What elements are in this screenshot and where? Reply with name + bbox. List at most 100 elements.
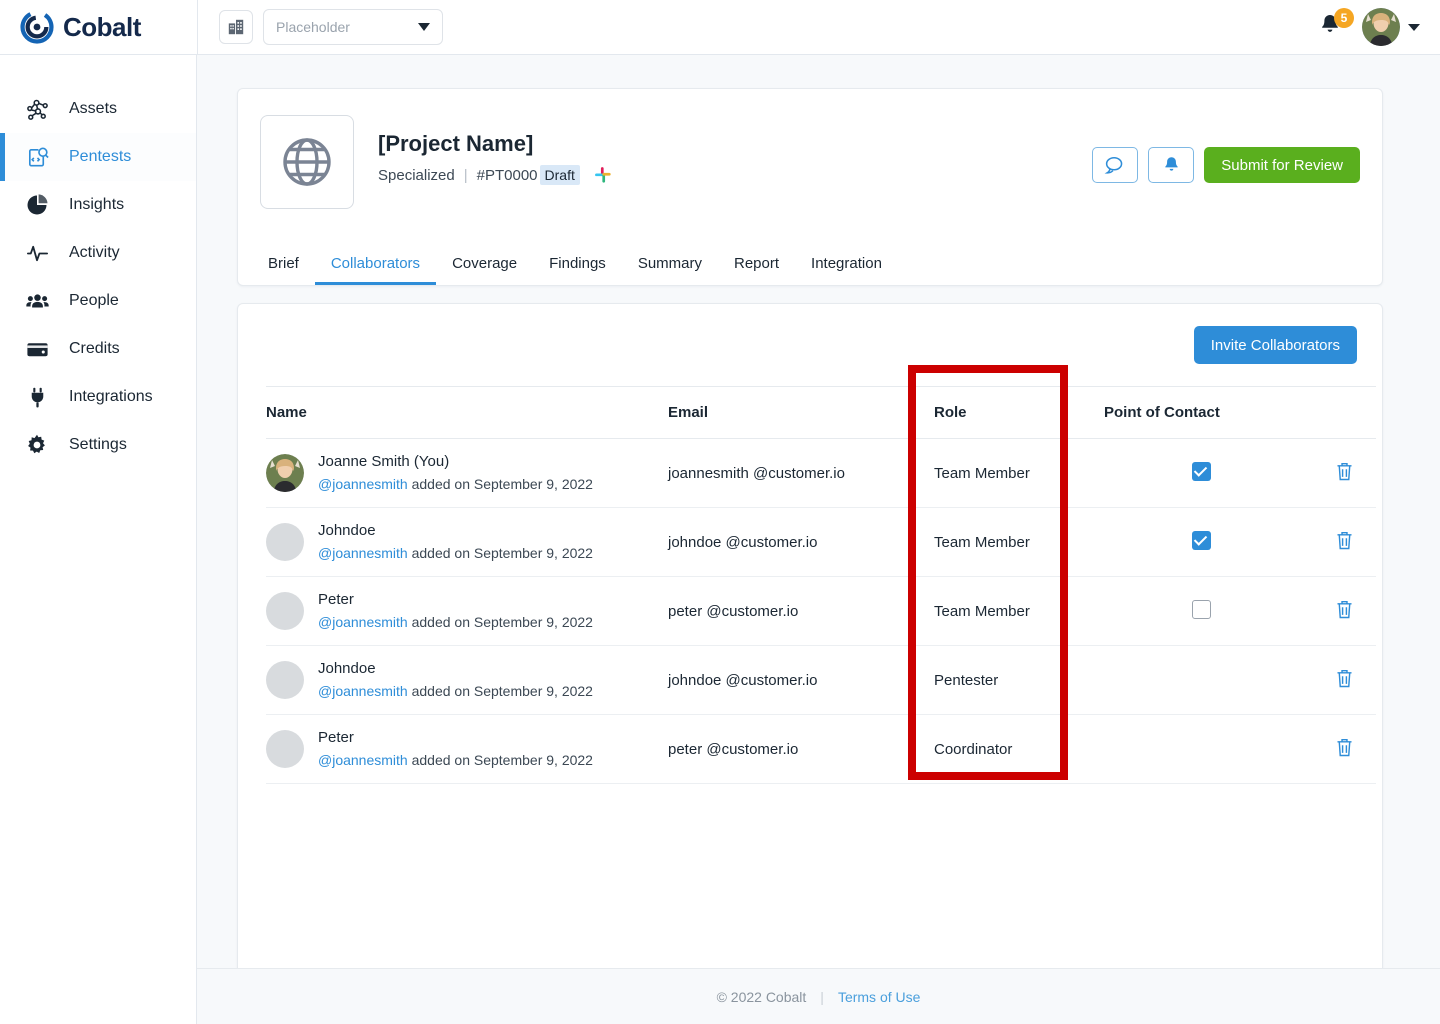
invite-collaborators-button[interactable]: Invite Collaborators [1193,326,1357,364]
collaborator-handle[interactable]: @joannesmith [318,545,408,561]
sidebar-item-label: Assets [69,100,118,117]
column-header-name: Name [266,386,668,439]
status-badge: Draft [539,165,580,185]
avatar [266,523,304,561]
point-of-contact-checkbox[interactable] [1192,530,1211,550]
cell-email: johndoe @customer.io [668,645,934,715]
collaborator-added-info: @joannesmith added on September 9, 2022 [318,474,593,494]
notifications-button[interactable]: 5 [1318,8,1354,42]
table-row[interactable]: Peter @joannesmith added on September 9,… [266,714,1376,784]
top-bar: Cobalt Placeholder 5 [0,0,1440,55]
collaborator-handle[interactable]: @joannesmith [318,476,408,492]
comment-bubble-icon[interactable] [1092,147,1139,183]
cell-name: Peter @joannesmith added on September 9,… [266,714,668,784]
cell-name: Johndoe @joannesmith added on September … [266,507,668,577]
point-of-contact-checkbox[interactable] [1192,461,1211,481]
collaborator-handle[interactable]: @joannesmith [318,683,408,699]
people-group-icon [24,288,50,314]
tab-integration[interactable]: Integration [795,255,898,285]
collaborator-added-date: added on September 9, 2022 [407,476,593,492]
avatar [266,661,304,699]
brand-name: Cobalt [63,11,141,42]
collaborator-name: Joanne Smith (You) [318,453,450,470]
notification-count-badge: 5 [1334,8,1354,28]
table-body: Joanne Smith (You) @joannesmith added on… [266,438,1376,784]
collaborators-table: Name Email Role Point of Contact Joanne … [266,386,1376,784]
sidebar-item-people[interactable]: People [0,277,196,325]
project-bell-icon[interactable] [1148,147,1195,183]
sidebar-item-credits[interactable]: Credits [0,325,196,373]
cell-name: Joanne Smith (You) @joannesmith added on… [266,438,668,508]
slack-icon[interactable] [594,166,612,184]
cell-point-of-contact [1104,438,1312,508]
sidebar-item-label: Activity [69,244,120,261]
cell-actions [1312,438,1376,508]
topbar-divider [197,0,198,55]
page-title: [Project Name] [378,131,534,156]
avatar [266,592,304,630]
org-select[interactable]: Placeholder [263,9,443,45]
sidebar: Assets Pentests Insights Activity People… [0,55,197,1024]
sidebar-item-label: Integrations [69,388,153,405]
cell-actions [1312,714,1376,784]
user-menu[interactable] [1362,8,1420,46]
submit-for-review-button[interactable]: Submit for Review [1204,147,1360,183]
activity-pulse-icon [24,240,50,266]
trash-icon[interactable] [1335,669,1354,693]
sidebar-item-settings[interactable]: Settings [0,421,196,469]
trash-icon[interactable] [1335,738,1354,762]
collaborator-added-info: @joannesmith added on September 9, 2022 [318,750,593,770]
pentests-code-search-icon [24,144,50,170]
sidebar-item-activity[interactable]: Activity [0,229,196,277]
cell-name: Peter @joannesmith added on September 9,… [266,576,668,646]
tab-coverage[interactable]: Coverage [436,255,533,285]
tab-findings[interactable]: Findings [533,255,622,285]
brand-logo[interactable]: Cobalt [0,10,197,44]
sidebar-item-integrations[interactable]: Integrations [0,373,196,421]
cell-actions [1312,645,1376,715]
tab-report[interactable]: Report [718,255,795,285]
integrations-plug-icon [24,384,50,410]
sidebar-item-assets[interactable]: Assets [0,85,196,133]
collaborators-card: Invite Collaborators Name Email Role Poi… [237,303,1383,979]
terms-of-use-link[interactable]: Terms of Use [838,989,920,1005]
table-row[interactable]: Joanne Smith (You) @joannesmith added on… [266,438,1376,508]
tab-brief[interactable]: Brief [260,255,315,285]
point-of-contact-checkbox[interactable] [1192,599,1211,619]
building-icon[interactable] [219,10,253,44]
cobalt-logo-icon [20,10,54,44]
org-select-value: Placeholder [276,19,350,35]
cell-role: Team Member [934,576,1104,646]
sidebar-item-pentests[interactable]: Pentests [0,133,196,181]
table-row[interactable]: Johndoe @joannesmith added on September … [266,507,1376,577]
table-row[interactable]: Johndoe @joannesmith added on September … [266,645,1376,715]
tab-summary[interactable]: Summary [622,255,718,285]
column-header-actions [1312,386,1376,439]
globe-icon [260,115,354,209]
trash-icon[interactable] [1335,600,1354,624]
sidebar-item-label: Pentests [69,148,132,165]
subtitle-separator: | [463,166,468,184]
table-row[interactable]: Peter @joannesmith added on September 9,… [266,576,1376,646]
collaborator-handle[interactable]: @joannesmith [318,752,408,768]
sidebar-item-insights[interactable]: Insights [0,181,196,229]
column-header-point-of-contact: Point of Contact [1104,386,1312,439]
main-content: [Project Name] Specialized | #PT0000 Dra… [197,55,1440,1024]
collaborator-added-info: @joannesmith added on September 9, 2022 [318,543,593,563]
tab-collaborators[interactable]: Collaborators [314,255,437,285]
cell-email: peter @customer.io [668,576,934,646]
project-subtitle: Specialized | #PT0000 Draft [378,165,612,185]
project-tabs: Brief Collaborators Coverage Findings Su… [260,255,898,285]
collaborator-handle[interactable]: @joannesmith [318,614,408,630]
insights-piechart-icon [24,192,50,218]
cell-role: Team Member [934,438,1104,508]
app-root: Cobalt Placeholder 5 Assets Pentests Ins… [0,0,1440,1024]
trash-icon[interactable] [1335,462,1354,486]
sidebar-item-label: Credits [69,340,120,357]
collaborator-added-info: @joannesmith added on September 9, 2022 [318,612,593,632]
credits-wallet-icon [24,336,50,362]
footer-separator: | [820,988,824,1005]
collaborator-added-date: added on September 9, 2022 [407,752,593,768]
trash-icon[interactable] [1335,531,1354,555]
table-head: Name Email Role Point of Contact [266,386,1376,439]
